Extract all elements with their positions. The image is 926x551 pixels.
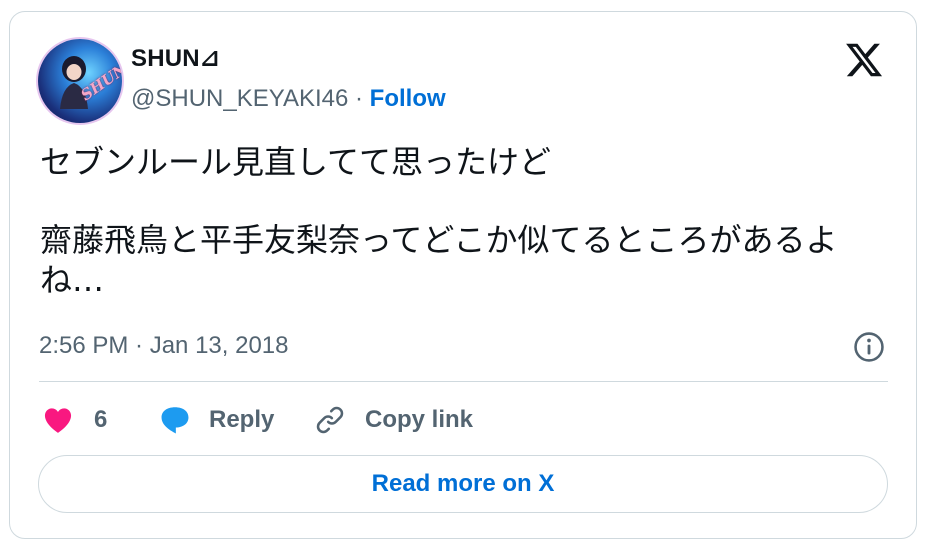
handle-row: @SHUN_KEYAKI46 · Follow [131,85,446,113]
copy-link-label: Copy link [365,406,474,433]
tweet-text: セブンルール見直してて思ったけど 齋藤飛鳥と平手友梨奈ってどこか似てるところがあ… [40,142,890,300]
divider [39,381,888,382]
avatar[interactable]: SHUN [38,39,122,123]
reply-label: Reply [209,406,275,433]
info-icon[interactable] [852,330,886,364]
read-more-button[interactable]: Read more on X [38,455,888,513]
author-handle[interactable]: @SHUN_KEYAKI46 [131,85,348,112]
link-icon [316,406,344,434]
reply-button[interactable]: Reply [158,400,274,440]
speech-bubble-icon [161,407,189,434]
author-name[interactable]: SHUN⊿ [131,44,220,73]
like-count: 6 [94,406,108,433]
heart-icon [44,408,72,433]
tweet-timestamp[interactable]: 2:56 PM · Jan 13, 2018 [39,332,289,360]
handle-separator: · [348,85,370,112]
tweet-line-2: 齋藤飛鳥と平手友梨奈ってどこか似てるところがあるよね… [40,221,838,299]
tweet-card: SHUN SHUN⊿ @SHUN_KEYAKI46 · Follow セブンルー… [9,11,917,539]
tweet-line-1: セブンルール見直してて思ったけど [40,143,552,181]
like-button[interactable]: 6 [42,400,107,440]
copy-link-button[interactable]: Copy link [314,400,473,440]
follow-button[interactable]: Follow [370,85,446,112]
x-logo-icon[interactable] [844,40,884,80]
